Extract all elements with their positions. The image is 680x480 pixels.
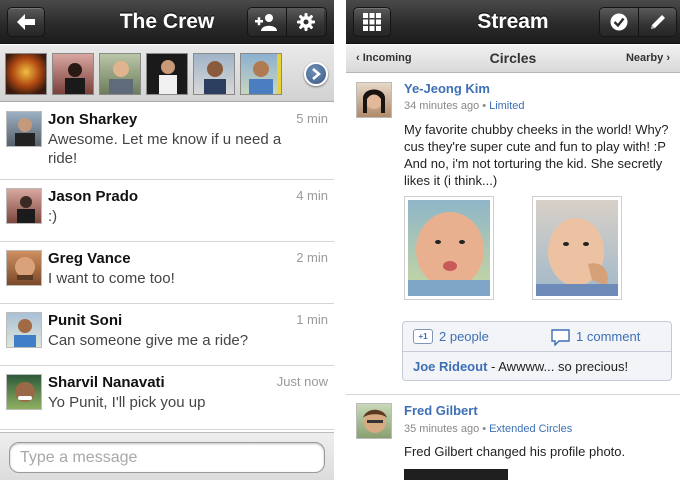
back-button[interactable] [7,7,45,37]
huddle-screen: The Crew Jon Sharkey 5 min Awesome. Let … [0,0,334,480]
post-author[interactable]: Ye-Jeong Kim [404,81,490,96]
avatar[interactable] [356,82,392,118]
post-photo[interactable] [532,196,622,300]
checkmark-icon [610,13,628,31]
latest-comment[interactable]: Joe Rideout - Awwww... so precious! [413,359,665,374]
list-item[interactable]: Jason Prado 4 min :) [0,180,334,242]
avatar [6,188,42,224]
stream-post: Fred Gilbert 35 minutes ago • Extended Cir… [346,395,680,480]
sender-name: Punit Soni [48,312,123,329]
post-text: My favorite chubby cheeks in the world! … [404,122,669,188]
profile-photo-preview[interactable] [404,469,508,480]
message-time: 2 min [296,250,328,265]
stream-top-bar: Stream [346,0,680,44]
grid-icon [363,13,381,31]
message-time: 5 min [296,111,328,126]
message-text: Awesome. Let me know if u need a ride! [48,131,282,167]
list-item[interactable]: Sharvil Nanavati Just now Yo Punit, I'll… [0,366,334,430]
gear-icon [296,13,315,31]
post-time: 34 minutes ago [404,100,480,112]
message-input[interactable] [9,442,325,473]
sender-name: Greg Vance [48,250,131,267]
participant-avatar[interactable] [52,53,94,95]
chevron-right-icon [312,68,321,80]
stream-filter-bar: ‹ Incoming Circles Nearby › [346,45,680,73]
strip-next-button[interactable] [304,62,328,86]
compose-post-button[interactable] [638,8,676,36]
apps-button[interactable] [353,7,391,37]
participant-avatar-strip[interactable] [0,45,334,102]
settings-button[interactable] [286,8,324,36]
message-text: Can someone give me a ride? [48,332,249,349]
list-item[interactable]: Greg Vance 2 min I want to come too! [0,242,334,304]
list-item[interactable]: Jon Sharkey 5 min Awesome. Let me know i… [0,103,334,180]
conversation-list: Jon Sharkey 5 min Awesome. Let me know i… [0,103,334,430]
participant-avatar[interactable] [99,53,141,95]
message-time: Just now [276,374,328,389]
back-arrow-icon [17,14,35,30]
message-time: 4 min [296,188,328,203]
header-actions [599,7,677,37]
participant-avatar[interactable] [5,53,47,95]
sender-name: Jason Prado [48,188,139,205]
avatar [6,312,42,348]
pencil-icon [650,15,665,29]
add-person-icon [255,14,277,31]
avatar[interactable] [356,403,392,439]
participant-avatar[interactable] [193,53,235,95]
message-text: Yo Punit, I'll pick you up [48,394,206,411]
checkin-button[interactable] [600,8,638,36]
comment-count[interactable]: 1 comment [576,329,640,344]
comment-author[interactable]: Joe Rideout [413,359,487,374]
post-photo[interactable] [404,196,494,300]
avatar [6,250,42,286]
list-item[interactable]: Punit Soni 1 min Can someone give me a r… [0,304,334,366]
post-visibility[interactable]: Limited [489,100,524,112]
nearby-link[interactable]: Nearby › [626,52,670,64]
sender-name: Jon Sharkey [48,111,138,128]
message-time: 1 min [296,312,328,327]
post-text: Fred Gilbert changed his profile photo. [404,444,626,459]
post-meta: 35 minutes ago • Extended Circles [404,423,572,435]
comment-text: - Awwww... so precious! [487,359,629,374]
avatar [6,111,42,147]
engagement-summary: +1 2 people 1 comment [403,322,671,352]
message-text: I want to come too! [48,270,175,287]
meta-separator: • [482,100,487,112]
compose-bar [0,432,334,480]
participant-avatar[interactable] [146,53,188,95]
huddle-top-bar: The Crew [0,0,334,44]
participant-avatar[interactable] [240,53,282,95]
post-author[interactable]: Fred Gilbert [404,403,478,418]
plusone-count[interactable]: 2 people [439,329,489,344]
avatar [6,374,42,410]
post-engagement-box: +1 2 people 1 comment Joe Rideout - Awww… [402,321,672,381]
sender-name: Sharvil Nanavati [48,374,165,391]
post-meta: 34 minutes ago • Limited [404,100,525,112]
plusone-icon[interactable]: +1 [413,329,433,344]
add-person-button[interactable] [248,8,286,36]
header-actions [247,7,327,37]
stream-screen: Stream ‹ Incoming Circles Nearby › Ye-Je… [346,0,680,480]
post-time: 35 minutes ago [404,423,480,435]
post-visibility[interactable]: Extended Circles [489,423,572,435]
message-text: :) [48,208,58,225]
meta-separator: • [482,423,487,435]
comment-icon [551,329,570,346]
